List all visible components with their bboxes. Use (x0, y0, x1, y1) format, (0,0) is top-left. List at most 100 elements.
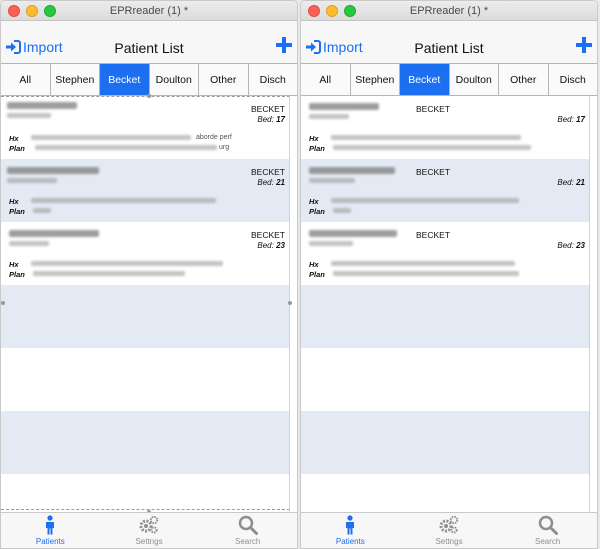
resize-handle-left[interactable] (1, 301, 5, 305)
resize-handle-top[interactable] (147, 94, 151, 98)
patient-name-redacted (7, 102, 77, 109)
tab-stephen[interactable]: Stephen (51, 64, 100, 95)
selection-outline-bottom (1, 509, 289, 510)
ward-label: BECKET (250, 167, 285, 177)
patient-row[interactable]: BECKET Bed: 23 Hx Plan (301, 222, 589, 285)
close-window-button[interactable] (8, 5, 20, 17)
ward-tabs: All Stephen Becket Doulton Other Disch (1, 63, 297, 96)
import-button[interactable]: Import (5, 39, 63, 55)
traffic-lights (8, 5, 56, 17)
patient-id-redacted (9, 241, 49, 246)
tab-disch[interactable]: Disch (249, 64, 298, 95)
plan-label: Plan (9, 270, 25, 279)
search-icon (238, 515, 258, 535)
patient-name-redacted (309, 230, 397, 237)
patient-id-redacted (7, 178, 57, 183)
tab-becket[interactable]: Becket (100, 64, 150, 95)
import-button[interactable]: Import (305, 39, 363, 55)
patient-id-redacted (309, 114, 349, 119)
tab-other[interactable]: Other (499, 64, 549, 95)
tab-becket[interactable]: Becket (400, 64, 450, 95)
window-titlebar[interactable]: EPRreader (1) * (1, 1, 297, 21)
patient-id-redacted (309, 241, 353, 246)
zoom-window-button[interactable] (44, 5, 56, 17)
bed-label: Bed: 23 (557, 241, 585, 250)
tab-stephen[interactable]: Stephen (351, 64, 400, 95)
traffic-lights (308, 5, 356, 17)
tabbar-patients[interactable]: Patients (301, 513, 400, 548)
patient-row[interactable]: BECKET Bed: 17 Hx Plan (301, 96, 589, 159)
tabbar-settings-label: Settngs (435, 537, 463, 546)
patient-row[interactable]: BECKET Bed: 23 Hx Plan (1, 222, 289, 285)
bottom-tab-bar: Patients Settngs Search (301, 512, 597, 548)
tab-all[interactable]: All (301, 64, 351, 95)
ward-tabs: All Stephen Becket Doulton Other Disch (301, 63, 597, 96)
hx-text-redacted (31, 198, 216, 203)
hx-label: Hx (309, 134, 319, 143)
import-icon (6, 40, 21, 54)
plan-text-redacted (333, 145, 531, 150)
ward-label: BECKET (250, 104, 285, 114)
bed-label: Bed: 21 (257, 178, 285, 187)
plan-text-redacted (333, 271, 519, 276)
screenshot-stage: EPRreader (1) * Import Patient List All … (0, 0, 600, 549)
person-icon (46, 515, 55, 535)
app-window-left: EPRreader (1) * Import Patient List All … (0, 0, 298, 549)
hx-text-redacted (331, 198, 519, 203)
plan-label: Plan (9, 144, 25, 153)
minimize-window-button[interactable] (326, 5, 338, 17)
hx-label: Hx (309, 260, 319, 269)
tabbar-search[interactable]: Search (198, 513, 297, 548)
plan-label: Plan (309, 207, 325, 216)
ward-label: BECKET (416, 167, 451, 177)
gears-icon (439, 515, 459, 534)
empty-row (1, 474, 289, 513)
tabbar-settings-label: Settngs (135, 537, 163, 546)
add-patient-button[interactable] (576, 37, 592, 53)
ward-label: BECKET (416, 230, 451, 240)
tabbar-patients[interactable]: Patients (1, 513, 100, 548)
app-window-right: EPRreader (1) * Import Patient List All … (300, 0, 598, 549)
bed-label: Bed: 17 (557, 115, 585, 124)
person-icon (346, 515, 355, 535)
resize-handle-right[interactable] (288, 301, 292, 305)
patient-row[interactable]: BECKET Bed: 21 Hx Plan (1, 159, 289, 222)
hx-label: Hx (9, 260, 19, 269)
patient-list[interactable]: BECKET Bed: 17 Hx aborde perf Plan urg B… (1, 96, 290, 513)
tab-disch[interactable]: Disch (549, 64, 598, 95)
hx-label: Hx (9, 134, 19, 143)
empty-row (301, 411, 589, 474)
minimize-window-button[interactable] (26, 5, 38, 17)
empty-row (1, 348, 289, 411)
hx-text-visible: aborde perf (196, 134, 232, 141)
close-window-button[interactable] (308, 5, 320, 17)
nav-bar: Import Patient List (301, 21, 597, 63)
patient-row[interactable]: BECKET Bed: 17 Hx aborde perf Plan urg (1, 96, 289, 159)
patient-row[interactable]: BECKET Bed: 21 Hx Plan (301, 159, 589, 222)
empty-row (1, 411, 289, 474)
ward-label: BECKET (250, 230, 285, 240)
hx-label: Hx (309, 197, 319, 206)
tab-all[interactable]: All (1, 64, 51, 95)
add-patient-button[interactable] (276, 37, 292, 53)
tab-other[interactable]: Other (199, 64, 249, 95)
hx-text-redacted (331, 135, 521, 140)
empty-row (301, 348, 589, 411)
plan-text-redacted (35, 145, 217, 150)
tabbar-settings[interactable]: Settngs (400, 513, 499, 548)
bed-label: Bed: 23 (257, 241, 285, 250)
gears-icon (139, 515, 159, 534)
window-titlebar[interactable]: EPRreader (1) * (301, 1, 597, 21)
empty-row (301, 474, 589, 513)
tabbar-settings[interactable]: Settngs (100, 513, 199, 548)
import-label: Import (323, 39, 363, 55)
tab-doulton[interactable]: Doulton (150, 64, 199, 95)
search-icon (538, 515, 558, 535)
plan-label: Plan (9, 207, 25, 216)
patient-list[interactable]: BECKET Bed: 17 Hx Plan BECKET Bed: 21 Hx… (301, 96, 590, 513)
plan-label: Plan (309, 270, 325, 279)
import-label: Import (23, 39, 63, 55)
tabbar-search[interactable]: Search (498, 513, 597, 548)
zoom-window-button[interactable] (344, 5, 356, 17)
tab-doulton[interactable]: Doulton (450, 64, 499, 95)
